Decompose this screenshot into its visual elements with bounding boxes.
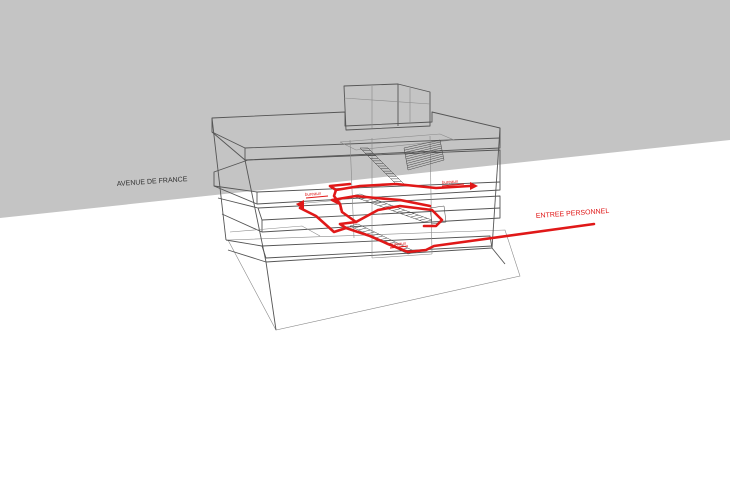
stair-step (414, 216, 424, 219)
stair-step (405, 213, 415, 216)
diagram-canvas: AVENUE DE FRANCE bureaux bureaux bureaux… (0, 0, 730, 487)
stair-step (378, 203, 388, 206)
stair-step (396, 210, 406, 213)
stair-step (358, 227, 367, 231)
stair-step (419, 218, 428, 221)
tag-upper-left: bureaux (305, 191, 322, 197)
stair-step (392, 208, 401, 211)
stair-step (366, 231, 375, 235)
stair-step (362, 229, 371, 233)
site-footprint (227, 229, 521, 331)
building-axonometric: AVENUE DE FRANCE bureaux bureaux bureaux… (0, 0, 730, 331)
stair-step (410, 214, 419, 218)
entrance-label: ENTREE PERSONNEL (536, 208, 610, 220)
